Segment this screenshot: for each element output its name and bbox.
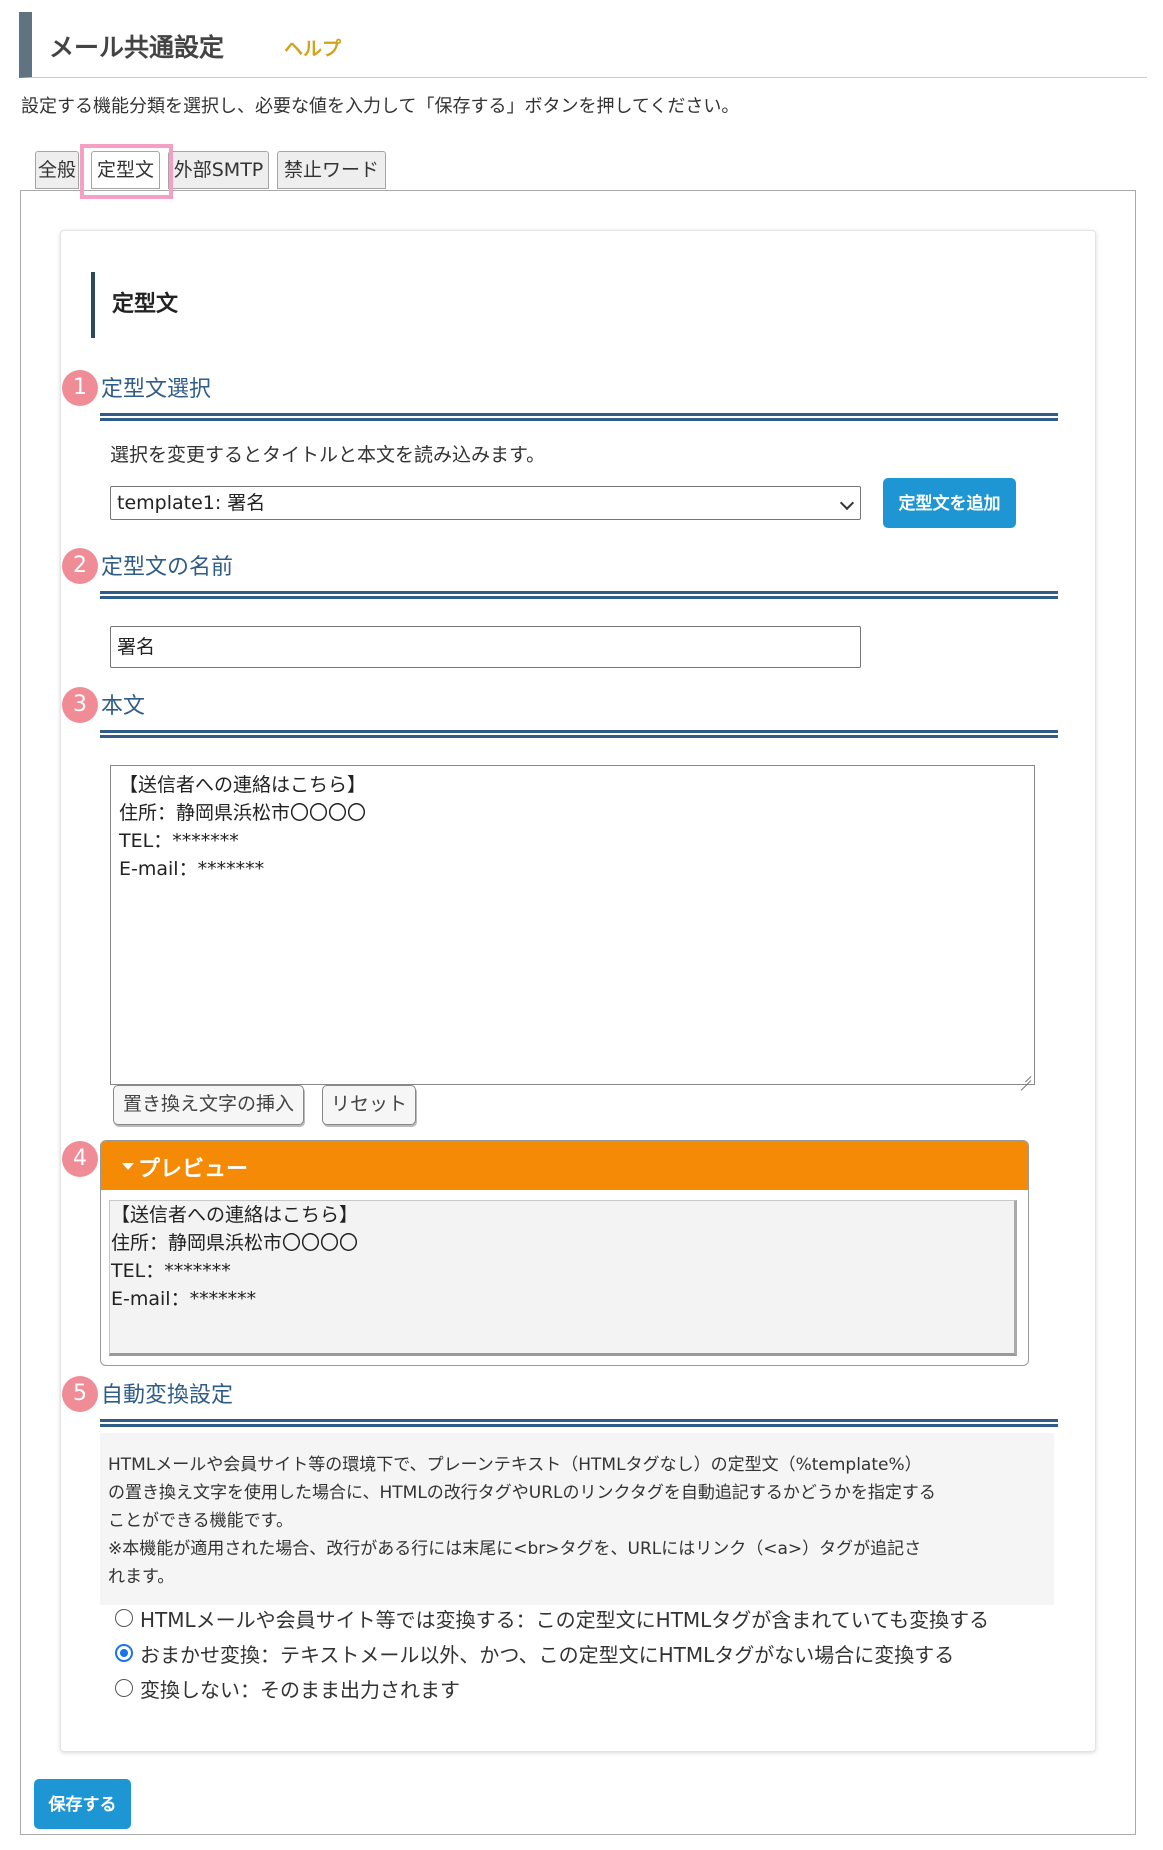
- help-link[interactable]: ヘルプ: [284, 34, 341, 61]
- select-hint: 選択を変更するとタイトルと本文を読み込みます。: [110, 444, 546, 466]
- preview-line: 【送信者への連絡はこちら】: [111, 1204, 359, 1226]
- body-line: 【送信者への連絡はこちら】: [119, 774, 367, 796]
- section-template-select: 定型文選択: [100, 371, 1058, 421]
- chevron-down-icon: [839, 495, 855, 511]
- description-line: ことができる機能です。: [108, 1511, 293, 1531]
- radio-label: 変換しない：そのまま出力されます: [140, 1678, 460, 1702]
- tab-external-smtp[interactable]: 外部SMTP: [168, 151, 269, 189]
- tab-general[interactable]: 全般: [35, 151, 79, 189]
- caret-down-icon: [122, 1163, 134, 1170]
- reset-button[interactable]: リセット: [322, 1085, 416, 1125]
- resize-grip-icon[interactable]: [1019, 1069, 1031, 1081]
- body-line: E-mail：*******: [119, 858, 265, 880]
- card-title: 定型文: [91, 272, 391, 338]
- description-line: れます。: [108, 1567, 175, 1587]
- preview-line: E-mail：*******: [111, 1288, 257, 1310]
- section-2-badge: 2: [62, 548, 98, 584]
- section-divider: [100, 413, 1058, 421]
- page-header: メール共通設定 ヘルプ: [19, 12, 1147, 78]
- section-4-badge: 4: [62, 1141, 98, 1177]
- body-line: TEL：*******: [119, 830, 239, 852]
- add-template-button[interactable]: 定型文を追加: [883, 478, 1016, 528]
- section-1-label: 定型文選択: [101, 377, 212, 402]
- mail-common-settings-page: メール共通設定 ヘルプ 設定する機能分類を選択し、必要な値を入力して「保存する」…: [0, 0, 1163, 1850]
- radio-button[interactable]: [115, 1609, 133, 1627]
- section-3-badge: 3: [62, 687, 98, 723]
- description-line: ※本機能が適用された場合、改行がある行には末尾に<br>タグを、URLにはリンク…: [108, 1539, 922, 1559]
- radio-button-checked[interactable]: [115, 1644, 133, 1662]
- preview-panel: プレビュー 【送信者への連絡はこちら】 住所：静岡県浜松市〇〇〇〇 TEL：**…: [100, 1140, 1029, 1366]
- intro-text: 設定する機能分類を選択し、必要な値を入力して「保存する」ボタンを押してください。: [21, 96, 740, 117]
- body-line: 住所：静岡県浜松市〇〇〇〇: [119, 802, 367, 824]
- body-textarea[interactable]: 【送信者への連絡はこちら】 住所：静岡県浜松市〇〇〇〇 TEL：******* …: [110, 765, 1035, 1085]
- radio-button[interactable]: [115, 1679, 133, 1697]
- save-button[interactable]: 保存する: [34, 1779, 131, 1829]
- description-line: HTMLメールや会員サイト等の環境下で、プレーンテキスト（HTMLタグなし）の定…: [108, 1455, 922, 1475]
- preview-body: 【送信者への連絡はこちら】 住所：静岡県浜松市〇〇〇〇 TEL：******* …: [109, 1200, 1017, 1356]
- template-name-input[interactable]: 署名: [110, 626, 861, 668]
- description-line: の置き換え文字を使用した場合に、HTMLの改行タグやURLのリンクタグを自動追記…: [108, 1483, 936, 1503]
- preview-line: 住所：静岡県浜松市〇〇〇〇: [111, 1232, 359, 1254]
- radio-label: おまかせ変換：テキストメール以外、かつ、この定型文にHTMLタグがない場合に変換…: [140, 1643, 955, 1667]
- radio-label: HTMLメールや会員サイト等では変換する：この定型文にHTMLタグが含まれていて…: [140, 1608, 990, 1632]
- preview-line: TEL：*******: [111, 1260, 231, 1282]
- active-tab-highlight: [80, 144, 173, 199]
- insert-placeholder-button[interactable]: 置き換え文字の挿入: [113, 1085, 304, 1125]
- section-5-label: 自動変換設定: [101, 1383, 234, 1408]
- section-3-label: 本文: [101, 694, 146, 719]
- tab-banned-words[interactable]: 禁止ワード: [277, 151, 386, 189]
- section-divider: [100, 591, 1058, 599]
- template-select[interactable]: template1: 署名: [110, 486, 861, 520]
- section-template-name: 定型文の名前: [100, 549, 1058, 599]
- template-select-value: template1: 署名: [117, 492, 266, 514]
- section-auto-convert: 自動変換設定: [100, 1377, 1058, 1427]
- section-divider: [100, 1419, 1058, 1427]
- auto-convert-description: HTMLメールや会員サイト等の環境下で、プレーンテキスト（HTMLタグなし）の定…: [100, 1433, 1054, 1605]
- preview-label: プレビュー: [138, 1157, 249, 1182]
- preview-toggle[interactable]: プレビュー: [101, 1141, 1028, 1190]
- page-title: メール共通設定: [49, 33, 225, 62]
- section-2-label: 定型文の名前: [101, 555, 234, 580]
- section-1-badge: 1: [62, 370, 98, 406]
- section-5-badge: 5: [62, 1376, 98, 1412]
- section-divider: [100, 730, 1058, 738]
- section-body: 本文: [100, 688, 1058, 738]
